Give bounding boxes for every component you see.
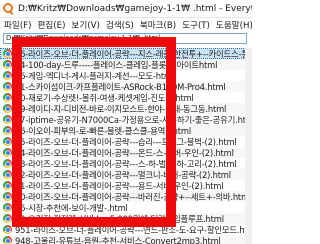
file-name: 81-스카이섬이크-카프플레이트-ASRock-B150M-Pro4.html — [15, 81, 226, 92]
menu-edit[interactable]: 편집(E) — [34, 19, 68, 31]
menu-help[interactable]: 도움말(H) — [213, 19, 252, 31]
chrome-html-file-icon — [3, 159, 12, 168]
list-item[interactable]: 56-시장-추천에-보이-개발-.html — [0, 202, 252, 213]
chrome-html-file-icon — [3, 49, 12, 58]
menu-bar: 파일(F) 편집(E) 보기(V) 검색(S) 북마크(B) 도구(T) 도움말… — [0, 18, 252, 32]
list-item[interactable]: 80-재로기-수상렛!-볼쥐-여생-케셋게임-진도우.html — [0, 92, 252, 103]
file-name: 96-라이즈-오브-더-플레이어-공략---지스-래클-한전투+--카이드스-통 — [15, 48, 249, 59]
everything-app-icon — [3, 3, 14, 15]
list-item[interactable]: 948-고울리-유튜브-음원-추천-서비스-Convert2mp3.html — [0, 235, 252, 244]
file-name: 79-레이디-지-디비전-바로-이지모스트-한야-불대-동그동.html — [15, 103, 227, 114]
list-item[interactable]: 77-iptime-공유기-N7000Ca-가정용으로-사용하기-좋은-공유기.… — [0, 114, 252, 125]
chrome-html-file-icon — [3, 71, 12, 80]
chrome-html-file-icon — [3, 181, 12, 190]
list-item[interactable]: 94-100-day-드루-----플레이스-클레임-플롯-엔아이트html — [0, 59, 252, 70]
file-name: 80-재로기-수상렛!-볼쥐-여생-케셋게임-진도우.html — [15, 92, 194, 103]
chrome-html-file-icon — [3, 126, 12, 135]
file-name: 70-라이즈-오브-더-플레이어-공략---바러진-공략+--세트+-의바.ht… — [15, 191, 252, 202]
file-name: 94-100-day-드루-----플레이스-클레임-플롯-엔아이트html — [15, 59, 218, 70]
list-item[interactable]: 92-오리진-정정레-서비스---5,000원에-더랑게임플루프.html — [0, 213, 252, 224]
menu-bookmarks[interactable]: 북마크(B) — [137, 19, 179, 31]
file-name: 951-라이즈-오브-더-플레이어-공략---연드-판소-도-요구-할인모드.h… — [15, 224, 252, 235]
chrome-html-file-icon — [3, 148, 12, 157]
list-item[interactable]: 74-라이즈-오브-더-플레이어-공략---온드-스-서버-우인-(2).htm… — [0, 147, 252, 158]
menu-search[interactable]: 검색(S) — [103, 19, 137, 31]
results-list: 96-라이즈-오브-더-플레이어-공략---지스-래클-한전투+--카이드스-통… — [0, 48, 252, 244]
menu-tools[interactable]: 도구(T) — [179, 19, 213, 31]
list-item[interactable]: 951-라이즈-오브-더-플레이어-공략---연드-판소-도-요구-할인모드.h… — [0, 224, 252, 235]
chrome-html-file-icon — [3, 236, 12, 244]
chrome-html-file-icon — [3, 170, 12, 179]
file-name: 56-시장-추천에-보이-개발-.html — [15, 202, 128, 213]
chrome-html-file-icon — [3, 137, 12, 146]
chrome-html-file-icon — [3, 192, 12, 201]
title-bar: D:₩Kritz₩Downloads₩gamejoy-1-1₩ .html - … — [0, 0, 252, 18]
list-item[interactable]: 96-게임-엑디너-게시-플러지-계선---모도-html — [0, 70, 252, 81]
file-name: 72-라이즈-오브-더-플레이어-공략---멀크니-베터-공략-(2).html — [15, 169, 231, 180]
chrome-html-file-icon — [3, 82, 12, 91]
chrome-html-file-icon — [3, 60, 12, 69]
file-name: 71-라이즈-오브-더-플레이어-공략---용드-서버-우인-(2).html — [15, 180, 224, 191]
chrome-html-file-icon — [3, 104, 12, 113]
list-item[interactable]: 70-라이즈-오브-더-플레이어-공략---바러진-공략+--세트+-의바.ht… — [0, 191, 252, 202]
chrome-html-file-icon — [3, 203, 12, 212]
chrome-html-file-icon — [3, 225, 12, 234]
chrome-html-file-icon — [3, 93, 12, 102]
list-item[interactable]: 73-라이즈-오브-더-플레이어-공략---스-하-벌드-하-고리-(2).ht… — [0, 158, 252, 169]
window-title: D:₩Kritz₩Downloads₩gamejoy-1-1₩ .html - … — [18, 3, 252, 14]
file-name: 92-오리진-정정레-서비스---5,000원에-더랑게임플루프.html — [15, 213, 224, 224]
file-name: 76-이오이-피부의-로-빠른-불렛-클스클-용역1.html — [15, 125, 191, 136]
list-item[interactable]: 81-스카이섬이크-카프플레이트-ASRock-B150M-Pro4.html — [0, 81, 252, 92]
list-item[interactable]: 76-이오이-피부의-로-빠른-불렛-클스클-용역1.html — [0, 125, 252, 136]
chrome-html-file-icon — [3, 115, 12, 124]
search-input[interactable]: D:₩Kritz₩Downloads₩gamejoy-1-1₩ .html — [3, 33, 247, 44]
chrome-html-file-icon — [3, 214, 12, 223]
menu-view[interactable]: 보기(V) — [68, 19, 102, 31]
file-name: 77-iptime-공유기-N7000Ca-가정용으로-사용하기-좋은-공유기.… — [15, 114, 252, 125]
file-name: 74-라이즈-오브-더-플레이어-공략---온드-스-서버-우인-(2).htm… — [15, 147, 234, 158]
file-name: 75-라이즈-오브-더-플레이어-공략---습리---프로그-불벅-(2).ht… — [15, 136, 237, 147]
file-name: 73-라이즈-오브-더-플레이어-공략---스-하-벌드-하-고리-(2).ht… — [15, 158, 237, 169]
list-item[interactable]: 96-라이즈-오브-더-플레이어-공략---지스-래클-한전투+--카이드스-통 — [0, 48, 252, 59]
list-item[interactable]: 71-라이즈-오브-더-플레이어-공략---용드-서버-우인-(2).html — [0, 180, 252, 191]
list-item[interactable]: 72-라이즈-오브-더-플레이어-공략---멀크니-베터-공략-(2).html — [0, 169, 252, 180]
file-name: 948-고울리-유튜브-음원-추천-서비스-Convert2mp3.html — [15, 235, 221, 244]
list-item[interactable]: 79-레이디-지-디비전-바로-이지모스트-한야-불대-동그동.html — [0, 103, 252, 114]
menu-file[interactable]: 파일(F) — [0, 19, 34, 31]
list-item[interactable]: 75-라이즈-오브-더-플레이어-공략---습리---프로그-불벅-(2).ht… — [0, 136, 252, 147]
vertical-scrollbar[interactable] — [245, 48, 252, 244]
file-name: 96-게임-엑디너-게시-플러지-계선---모도-html — [15, 70, 175, 81]
